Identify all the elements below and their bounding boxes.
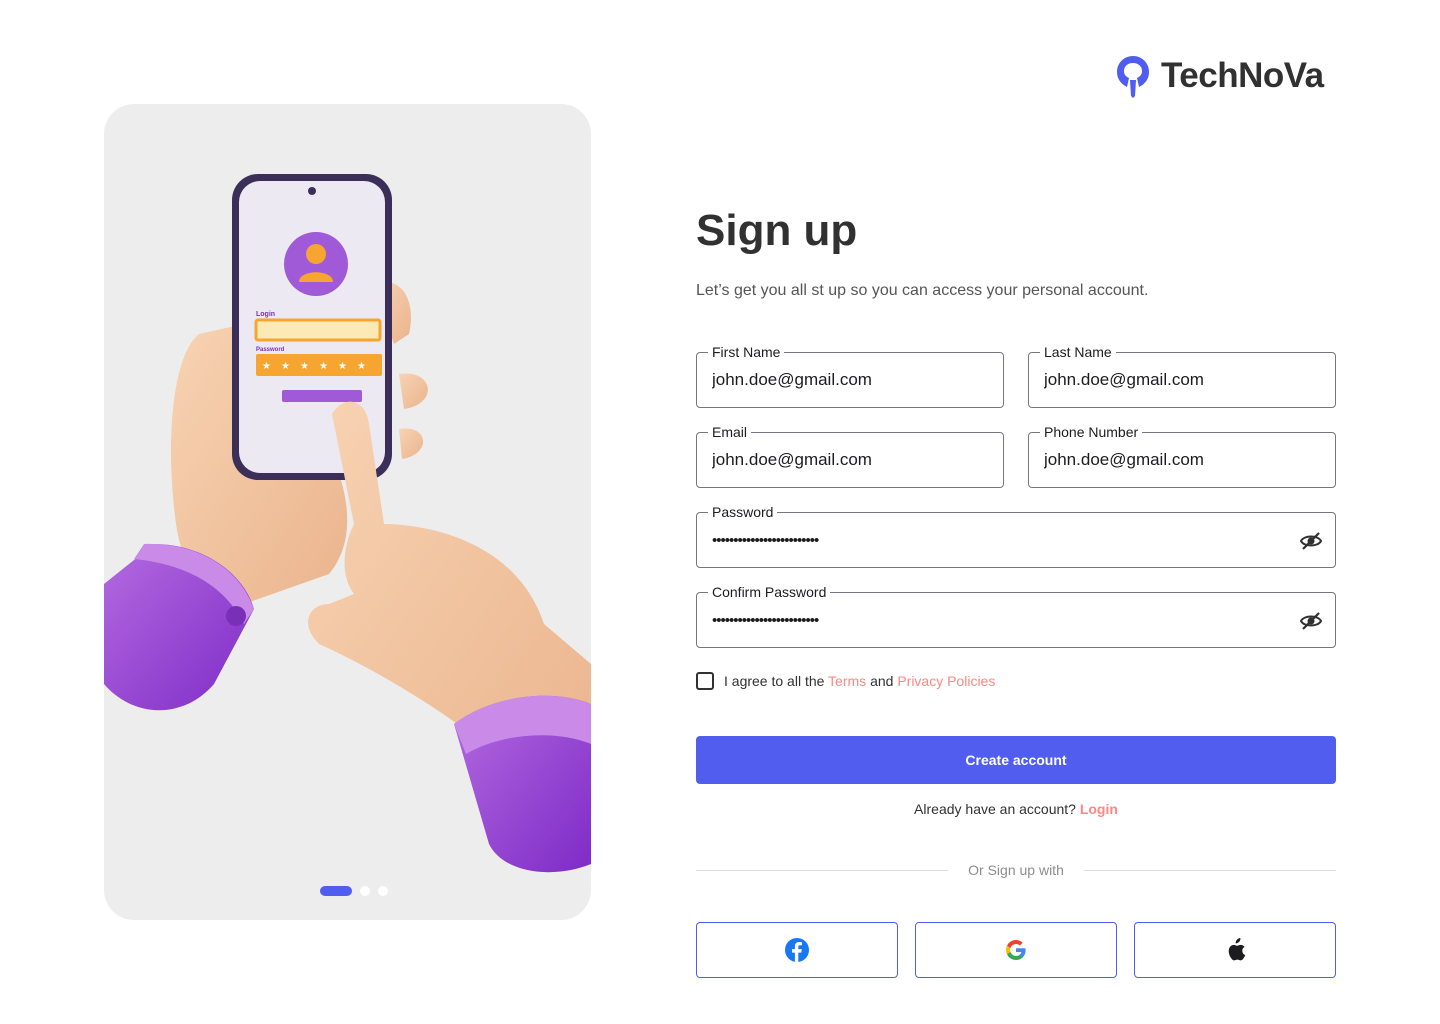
- last-name-input[interactable]: [1044, 363, 1280, 397]
- divider-line-left: [696, 870, 948, 871]
- password-input[interactable]: [712, 523, 1280, 557]
- svg-text:★: ★: [262, 361, 271, 372]
- brand-name: TechNoVa: [1161, 56, 1324, 95]
- apple-icon: [1228, 938, 1246, 961]
- apple-signup-button[interactable]: [1134, 922, 1336, 978]
- confirm-password-input[interactable]: [712, 603, 1280, 637]
- hero-illustration-card: Login Password ★ ★ ★ ★ ★ ★: [104, 104, 591, 920]
- last-name-field: Last Name: [1028, 343, 1336, 408]
- agree-prefix: I agree to all the: [724, 673, 825, 689]
- eye-off-icon[interactable]: [1297, 527, 1325, 555]
- svg-text:★: ★: [357, 361, 366, 372]
- brand-logo[interactable]: TechNoVa: [1115, 54, 1324, 98]
- phone-label: Phone Number: [1040, 423, 1143, 441]
- email-label: Email: [708, 423, 752, 441]
- phone-password-label: Password: [256, 347, 285, 353]
- facebook-icon: [785, 938, 809, 962]
- logo-pin-icon: [1117, 56, 1149, 98]
- password-label: Password: [708, 503, 778, 521]
- hands-phone-illustration: Login Password ★ ★ ★ ★ ★ ★: [104, 174, 591, 873]
- last-name-label: Last Name: [1040, 343, 1116, 361]
- svg-text:★: ★: [338, 361, 347, 372]
- phone-login-label: Login: [256, 311, 275, 318]
- eye-off-icon[interactable]: [1297, 607, 1325, 635]
- confirm-password-field: Confirm Password: [696, 583, 1336, 648]
- svg-text:★: ★: [319, 361, 328, 372]
- terms-link[interactable]: Terms: [828, 673, 866, 689]
- phone-field: Phone Number: [1028, 423, 1336, 488]
- first-name-field: First Name: [696, 343, 1004, 408]
- first-name-input[interactable]: [712, 363, 948, 397]
- login-link[interactable]: Login: [1080, 801, 1118, 817]
- have-account-text: Already have an account?: [914, 801, 1076, 817]
- terms-agreement: I agree to all the Terms and Privacy Pol…: [696, 672, 995, 690]
- carousel-dot-2[interactable]: [360, 886, 370, 896]
- google-signup-button[interactable]: [915, 922, 1117, 978]
- first-name-label: First Name: [708, 343, 785, 361]
- email-input[interactable]: [712, 443, 948, 477]
- divider-line-right: [1084, 870, 1336, 871]
- svg-text:★: ★: [281, 361, 290, 372]
- privacy-policies-link[interactable]: Privacy Policies: [897, 673, 995, 689]
- email-field: Email: [696, 423, 1004, 488]
- have-account-line: Already have an account? Login: [696, 801, 1336, 817]
- svg-text:★: ★: [300, 361, 309, 372]
- carousel-dots: [320, 886, 388, 896]
- agree-and: and: [870, 673, 894, 689]
- carousel-dot-3[interactable]: [378, 886, 388, 896]
- confirm-password-label: Confirm Password: [708, 583, 831, 601]
- phone-input[interactable]: [1044, 443, 1280, 477]
- google-icon: [1006, 940, 1026, 960]
- create-account-button[interactable]: Create account: [696, 736, 1336, 784]
- password-field: Password: [696, 503, 1336, 568]
- facebook-signup-button[interactable]: [696, 922, 898, 978]
- page-title: Sign up: [696, 206, 858, 255]
- carousel-dot-1[interactable]: [320, 886, 352, 896]
- terms-checkbox[interactable]: [696, 672, 714, 690]
- divider-text: Or Sign up with: [968, 862, 1064, 878]
- page-subtitle: Let’s get you all st up so you can acces…: [696, 282, 1149, 299]
